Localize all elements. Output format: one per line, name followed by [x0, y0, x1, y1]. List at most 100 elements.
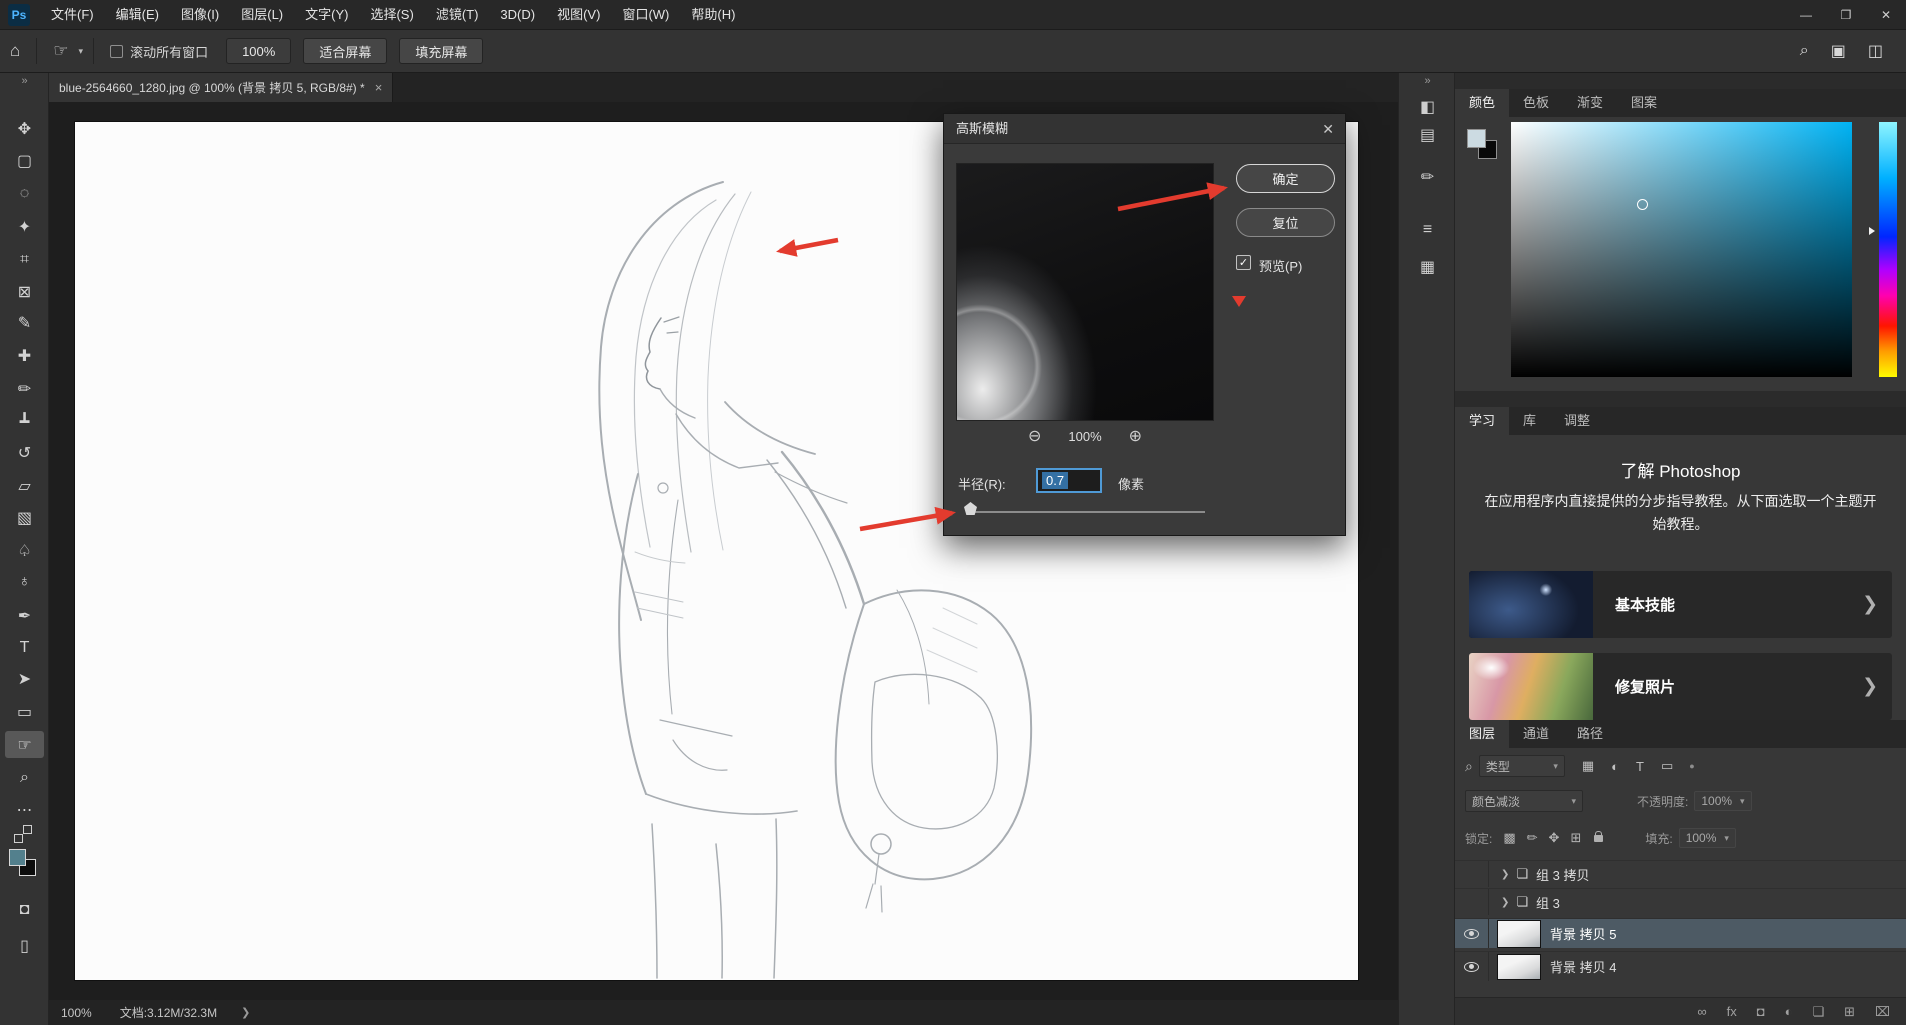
menu-edit[interactable]: 编辑(E) — [105, 0, 170, 30]
status-zoom[interactable]: 100% — [61, 1006, 92, 1020]
lasso-tool-icon[interactable]: ◌ — [5, 180, 44, 207]
fill-screen-button[interactable]: 填充屏幕 — [399, 38, 484, 64]
quick-selection-tool-icon[interactable]: ✦ — [5, 213, 44, 240]
filter-toggle-icon[interactable]: ● — [1689, 761, 1694, 771]
search-icon[interactable]: ⌕ — [1800, 42, 1809, 60]
filter-search-icon[interactable]: ⌕ — [1465, 758, 1473, 775]
layer-name[interactable]: 组 3 — [1536, 893, 1560, 912]
menu-type[interactable]: 文字(Y) — [294, 0, 359, 30]
filter-pixel-icon[interactable]: ▦ — [1582, 758, 1594, 774]
menu-window[interactable]: 窗口(W) — [611, 0, 680, 30]
layer-row-group-3[interactable]: ❯ ❏ 组 3 — [1455, 888, 1906, 915]
toolbar-expand-icon[interactable]: » — [0, 75, 49, 87]
lock-all-icon[interactable] — [1594, 830, 1604, 842]
zoom-100-button[interactable]: 100% — [226, 38, 292, 64]
menu-file[interactable]: 文件(F) — [40, 0, 105, 30]
dialog-close-icon[interactable]: ✕ — [1322, 114, 1334, 144]
screen-mode-icon[interactable]: ▯ — [5, 932, 44, 959]
move-tool-icon[interactable]: ✥ — [5, 115, 44, 142]
minimize-icon[interactable]: — — [1786, 0, 1826, 30]
layer-row-background-copy-5[interactable]: 背景 拷贝 5 — [1455, 918, 1906, 948]
layer-row-background-copy-4[interactable]: 背景 拷贝 4 — [1455, 951, 1906, 981]
menu-help[interactable]: 帮助(H) — [680, 0, 746, 30]
adjustment-layer-icon[interactable]: ◐ — [1785, 1004, 1793, 1019]
delete-layer-icon[interactable]: ⌧ — [1875, 1004, 1890, 1020]
color-field-marker[interactable] — [1637, 199, 1648, 210]
learn-card-repair[interactable]: 修复照片 ❯ — [1469, 653, 1892, 720]
zoom-out-icon[interactable]: ⊖ — [1028, 426, 1041, 446]
filter-type-icon[interactable]: T — [1636, 759, 1644, 774]
tab-layers[interactable]: 图层 — [1455, 720, 1510, 748]
lock-transparent-pixels-icon[interactable]: ▩ — [1503, 830, 1515, 846]
blend-mode-dropdown[interactable]: 颜色减淡 ▾ — [1465, 790, 1583, 812]
visibility-toggle[interactable] — [1455, 861, 1489, 887]
tool-preset-caret-icon[interactable]: ▾ — [79, 46, 84, 57]
menu-3d[interactable]: 3D(D) — [489, 0, 546, 30]
ok-button[interactable]: 确定 — [1236, 164, 1335, 193]
menu-select[interactable]: 选择(S) — [359, 0, 424, 30]
collapsed-panel-icon-4[interactable]: ≡ — [1399, 221, 1456, 239]
collapsed-panel-icon-2[interactable]: ▤ — [1399, 125, 1456, 145]
layer-mask-icon[interactable]: ◘ — [1757, 1004, 1765, 1019]
crop-tool-icon[interactable]: ⌗ — [5, 246, 44, 273]
menu-layer[interactable]: 图层(L) — [230, 0, 294, 30]
status-more-icon[interactable]: ❯ — [241, 1006, 250, 1019]
restore-icon[interactable]: ❐ — [1826, 0, 1866, 30]
layer-name[interactable]: 背景 拷贝 4 — [1550, 957, 1616, 976]
layer-name[interactable]: 背景 拷贝 5 — [1550, 924, 1616, 943]
hue-slider[interactable] — [1879, 122, 1897, 377]
foreground-color-swatch[interactable] — [9, 849, 26, 866]
tab-gradients[interactable]: 渐变 — [1563, 89, 1617, 117]
new-layer-icon[interactable]: ⊞ — [1844, 1004, 1855, 1020]
quick-mask-icon[interactable]: ◘ — [5, 896, 44, 923]
fit-screen-button[interactable]: 适合屏幕 — [303, 38, 388, 64]
clone-stamp-tool-icon[interactable]: ┻ — [5, 408, 44, 435]
filter-adjustment-icon[interactable]: ◐ — [1611, 759, 1619, 774]
home-icon[interactable]: ⌂ — [10, 41, 20, 61]
tab-libraries[interactable]: 库 — [1509, 407, 1550, 435]
visibility-toggle[interactable] — [1455, 919, 1489, 948]
preview-checkbox[interactable]: ✓ — [1236, 255, 1251, 270]
tab-channels[interactable]: 通道 — [1509, 720, 1563, 748]
eraser-tool-icon[interactable]: ▱ — [5, 472, 44, 499]
radius-input[interactable]: 0.7 — [1036, 468, 1102, 493]
tab-patterns[interactable]: 图案 — [1617, 89, 1671, 117]
radius-slider-thumb[interactable] — [964, 502, 977, 515]
blur-tool-icon[interactable]: ♤ — [5, 537, 44, 564]
reset-button[interactable]: 复位 — [1236, 208, 1335, 237]
tab-paths[interactable]: 路径 — [1563, 720, 1617, 748]
dodge-tool-icon[interactable]: ♁ — [5, 568, 44, 595]
fill-value-box[interactable]: 100% ▾ — [1678, 828, 1736, 848]
color-field[interactable] — [1511, 122, 1852, 377]
pen-tool-icon[interactable]: ✒ — [5, 602, 44, 629]
swap-colors-mini-icon[interactable] — [14, 825, 34, 845]
tab-adjustments[interactable]: 调整 — [1550, 407, 1604, 435]
tab-close-icon[interactable]: × — [375, 80, 383, 95]
lock-artboard-icon[interactable]: ⊞ — [1570, 830, 1581, 846]
scroll-all-windows-checkbox[interactable] — [110, 44, 124, 58]
foreground-color-mini-swatch[interactable] — [1467, 129, 1486, 148]
arrange-icon[interactable]: ◫ — [1868, 41, 1883, 61]
menu-view[interactable]: 视图(V) — [546, 0, 611, 30]
menu-image[interactable]: 图像(I) — [170, 0, 230, 30]
layer-style-icon[interactable]: fx — [1727, 1004, 1737, 1019]
tab-learn[interactable]: 学习 — [1455, 407, 1510, 435]
layer-thumbnail[interactable] — [1497, 953, 1541, 980]
group-expand-icon[interactable]: ❯ — [1501, 869, 1509, 880]
layer-row-group-3-copy[interactable]: ❯ ❏ 组 3 拷贝 — [1455, 860, 1906, 887]
hand-tool-icon[interactable]: ☞ — [5, 731, 44, 758]
lock-image-pixels-icon[interactable]: ✏ — [1527, 830, 1538, 846]
menu-filter[interactable]: 滤镜(T) — [425, 0, 490, 30]
more-tools-icon[interactable]: ⋯ — [5, 796, 44, 823]
filter-type-dropdown[interactable]: 类型 ▾ — [1478, 755, 1565, 777]
healing-brush-tool-icon[interactable]: ✚ — [5, 342, 44, 369]
layer-thumbnail[interactable] — [1497, 919, 1541, 948]
lock-position-icon[interactable]: ✥ — [1549, 830, 1560, 846]
marquee-tool-icon[interactable]: ▢ — [5, 147, 44, 174]
visibility-toggle[interactable] — [1455, 952, 1489, 981]
history-brush-tool-icon[interactable]: ↺ — [5, 439, 44, 466]
radius-slider[interactable] — [971, 511, 1205, 513]
learn-card-basics[interactable]: 基本技能 ❯ — [1469, 571, 1892, 638]
opacity-value-box[interactable]: 100% ▾ — [1694, 791, 1752, 811]
brush-tool-icon[interactable]: ✏ — [5, 375, 44, 402]
